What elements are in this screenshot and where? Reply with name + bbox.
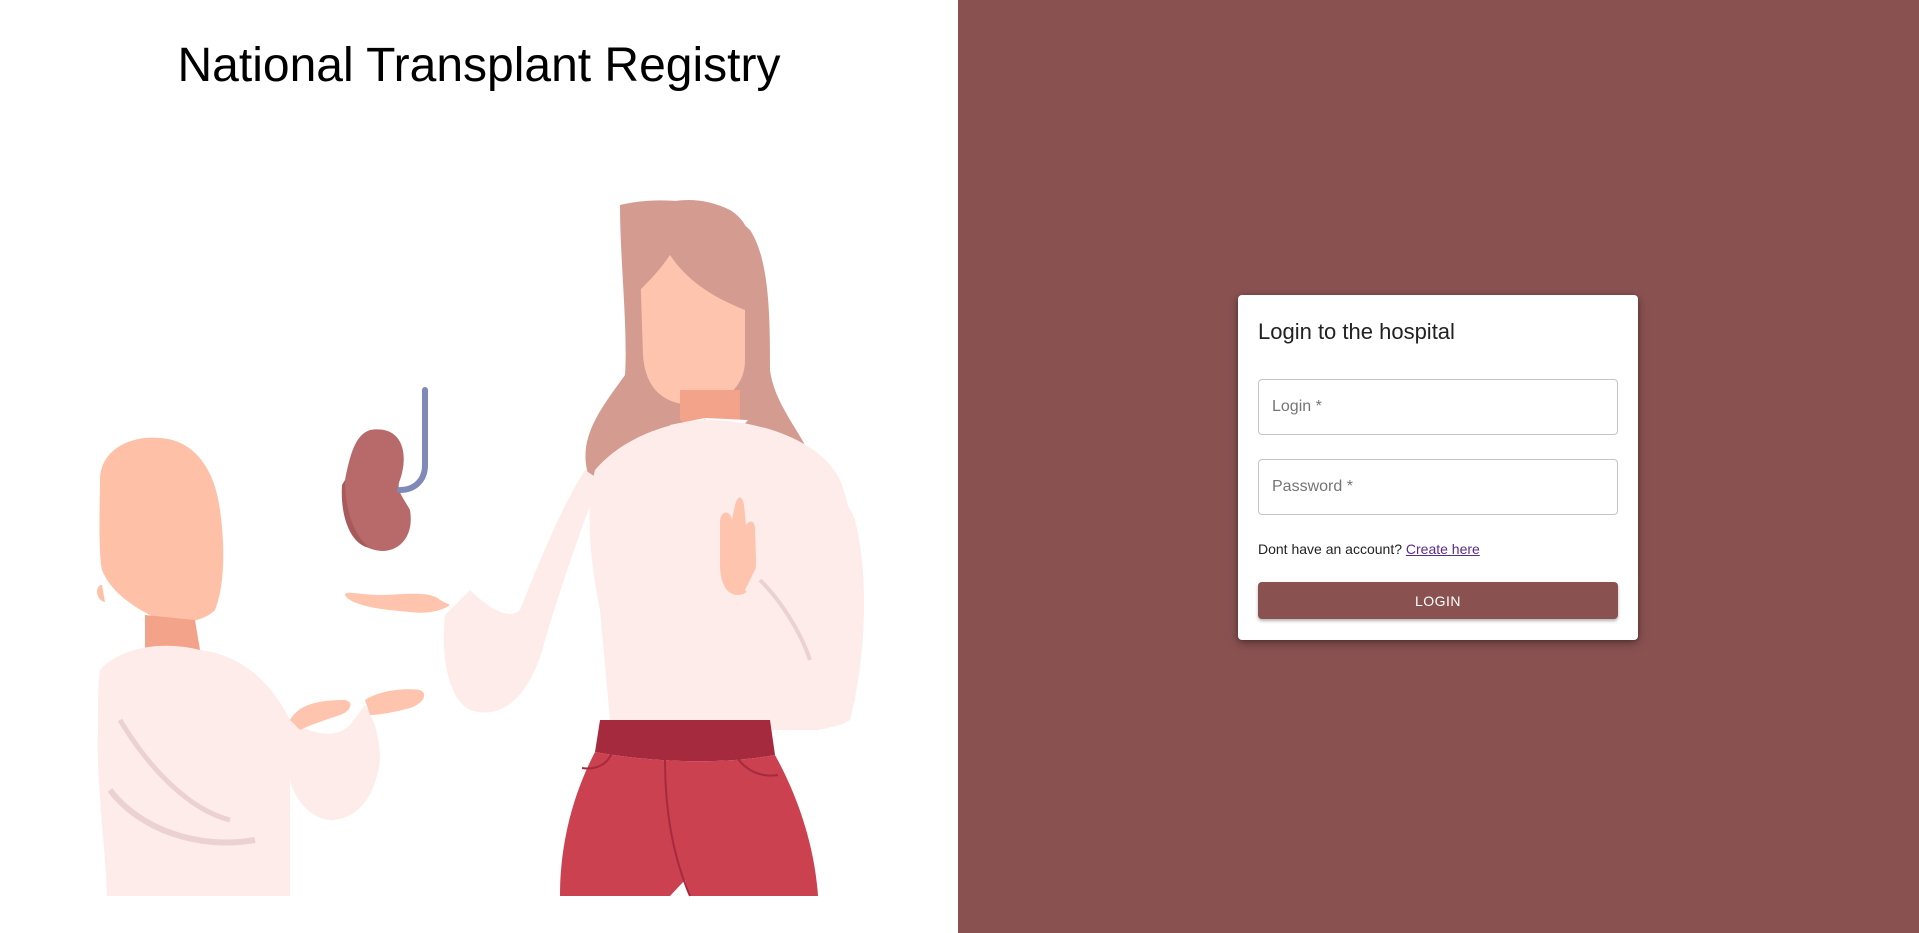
password-field[interactable] — [1258, 459, 1618, 516]
login-button[interactable]: LOGIN — [1258, 582, 1618, 620]
login-input[interactable] — [1259, 380, 1617, 435]
create-account-link[interactable]: Create here — [1406, 541, 1480, 557]
login-panel: Login to the hospital Dont have an accou… — [958, 0, 1919, 933]
kidney-donation-illustration-icon — [97, 200, 865, 897]
login-page: National Transplant Registry Login to th… — [0, 0, 1919, 933]
page-title: National Transplant Registry — [177, 39, 781, 92]
account-prompt-line: Dont have an account? Create here — [1258, 541, 1618, 557]
login-card: Login to the hospital Dont have an accou… — [1238, 295, 1638, 640]
login-field[interactable] — [1258, 379, 1618, 436]
card-title: Login to the hospital — [1258, 319, 1455, 344]
password-input[interactable] — [1259, 460, 1617, 515]
illustration-panel: National Transplant Registry — [0, 0, 958, 933]
account-prompt-text: Dont have an account? — [1258, 541, 1402, 558]
